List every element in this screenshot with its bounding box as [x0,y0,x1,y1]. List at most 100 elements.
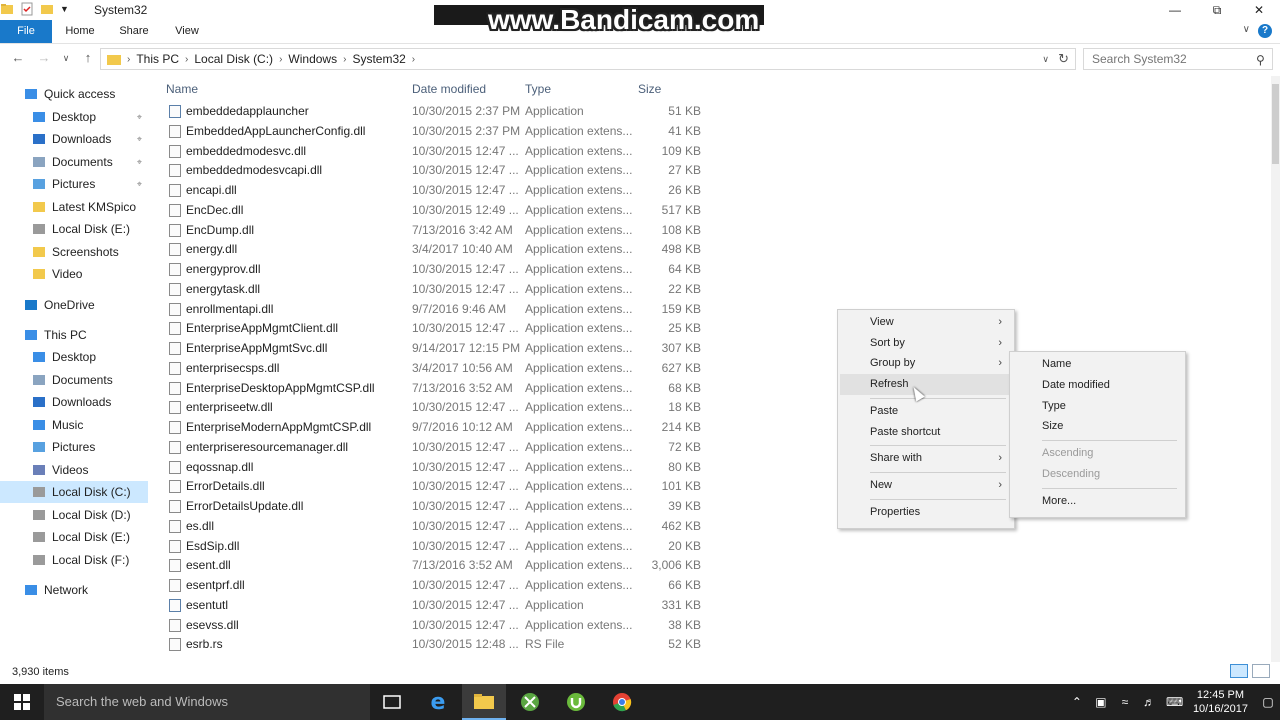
tab-file[interactable]: File [0,20,52,43]
pin-icon[interactable]: ⌖ [137,134,142,145]
ribbon-expand-icon[interactable]: ∨ [1243,24,1250,35]
search-input[interactable] [1083,48,1273,70]
file-row[interactable]: eqossnap.dll 10/30/2015 12:47 ... Applicat… [155,457,715,477]
chrome-icon[interactable] [600,684,644,720]
file-row[interactable]: energyprov.dll 10/30/2015 12:47 ... Applic… [155,259,715,279]
sidebar-item[interactable]: Documents [0,369,148,391]
file-row[interactable]: embeddedmodesvc.dll 10/30/2015 12:47 ... A… [155,141,715,161]
menu-item[interactable]: Type [1012,396,1183,417]
address-dropdown-icon[interactable]: ∨ [1042,54,1049,65]
file-row[interactable]: enrollmentapi.dll 9/7/2016 9:46 AM Applica… [155,299,715,319]
file-row[interactable]: esent.dll 7/13/2016 3:52 AM Application ex… [155,555,715,575]
menu-item[interactable]: Refresh [840,374,1012,396]
app-green-icon[interactable] [508,684,552,720]
sidebar-item[interactable]: Desktop ⌖ [0,106,148,128]
breadcrumb-this-pc[interactable]: This PC [136,52,179,66]
taskbar-search[interactable]: Search the web and Windows [44,684,370,720]
menu-item[interactable]: Date modified [1012,375,1183,396]
breadcrumb-local-disk-c[interactable]: Local Disk (C:) [194,52,273,66]
file-row[interactable]: embeddedmodesvcapi.dll 10/30/2015 12:47 .… [155,160,715,180]
keyboard-icon[interactable]: ⌨ [1166,695,1183,709]
qat-dropdown-icon[interactable]: ▼ [60,4,69,14]
tab-share[interactable]: Share [110,20,158,43]
properties-icon[interactable] [20,2,34,16]
minimize-button[interactable]: — [1154,0,1196,20]
new-folder-icon[interactable] [40,2,54,16]
sidebar-item[interactable]: Pictures [0,436,148,458]
menu-item[interactable]: Properties [840,502,1012,523]
pin-icon[interactable]: ⌖ [137,157,142,168]
file-row[interactable]: enterprisecsps.dll 3/4/2017 10:56 AM Appli… [155,358,715,378]
menu-item[interactable]: More... [1012,491,1183,512]
file-row[interactable]: energy.dll 3/4/2017 10:40 AM Application e… [155,239,715,259]
menu-item[interactable]: Size [1012,416,1183,437]
sidebar-item[interactable]: Desktop [0,346,148,368]
column-header-size[interactable]: Size [638,82,661,96]
file-row[interactable]: enterpriseresourcemanager.dll 10/30/2015 … [155,437,715,457]
file-row[interactable]: esentutl 10/30/2015 12:47 ... Application 3… [155,595,715,615]
volume-icon[interactable]: ♬ [1142,695,1156,709]
sidebar-item[interactable]: Video [0,263,148,285]
file-row[interactable]: ErrorDetailsUpdate.dll 10/30/2015 12:47 .… [155,496,715,516]
file-row[interactable]: encapi.dll 10/30/2015 12:47 ... Applicatio… [155,180,715,200]
file-row[interactable]: esrb.rs 10/30/2015 12:48 ... RS File 52 KB [155,634,715,654]
column-header-date[interactable]: Date modified [412,82,486,96]
sidebar-item[interactable]: Network [0,579,148,601]
utorrent-icon[interactable] [554,684,598,720]
recent-locations-icon[interactable]: ∨ [58,50,74,66]
details-view-icon[interactable] [1230,664,1248,678]
pin-icon[interactable]: ⌖ [137,112,142,123]
menu-item[interactable]: Name [1012,354,1183,375]
forward-arrow-icon[interactable]: → [36,50,52,66]
file-row[interactable]: esentprf.dll 10/30/2015 12:47 ... Applicat… [155,575,715,595]
file-row[interactable]: esevss.dll 10/30/2015 12:47 ... Applicatio… [155,615,715,635]
tab-view[interactable]: View [164,20,210,43]
sidebar-item[interactable]: Local Disk (F:) [0,549,148,571]
menu-item[interactable]: Sort by › [840,333,1012,354]
clock[interactable]: 12:45 PM 10/16/2017 [1185,688,1256,716]
file-row[interactable]: EmbeddedAppLauncherConfig.dll 10/30/2015 … [155,121,715,141]
breadcrumb-windows[interactable]: Windows [288,52,337,66]
file-explorer-icon[interactable] [462,684,506,720]
sidebar-item[interactable]: Screenshots [0,241,148,263]
column-header-type[interactable]: Type [525,82,551,96]
file-row[interactable]: EnterpriseModernAppMgmtCSP.dll 9/7/2016 1… [155,417,715,437]
sidebar-item[interactable]: Local Disk (D:) [0,504,148,526]
menu-item[interactable]: Paste [840,401,1012,422]
file-row[interactable]: enterpriseetw.dll 10/30/2015 12:47 ... App… [155,397,715,417]
large-icons-view-icon[interactable] [1252,664,1270,678]
sidebar-item[interactable]: Music [0,414,148,436]
menu-item[interactable]: Group by › [840,353,1012,374]
menu-item[interactable]: New › [840,475,1012,496]
sidebar-item[interactable]: Local Disk (E:) [0,218,148,240]
file-row[interactable]: EnterpriseDesktopAppMgmtCSP.dll 7/13/2016… [155,378,715,398]
file-row[interactable]: EncDump.dll 7/13/2016 3:42 AM Application … [155,220,715,240]
edge-icon[interactable]: e [416,684,460,720]
sidebar-item[interactable]: Videos [0,459,148,481]
menu-item[interactable]: Paste shortcut [840,422,1012,443]
sidebar-item[interactable]: Quick access [0,83,148,105]
sidebar-item[interactable]: Downloads ⌖ [0,128,148,150]
network-status-icon[interactable]: ▣ [1094,695,1108,709]
pin-icon[interactable]: ⌖ [137,179,142,190]
up-arrow-icon[interactable]: ↑ [80,50,96,66]
wifi-icon[interactable]: ≈ [1118,695,1132,709]
refresh-icon[interactable]: ↻ [1058,51,1069,67]
file-row[interactable]: ErrorDetails.dll 10/30/2015 12:47 ... Appl… [155,476,715,496]
sidebar-item[interactable]: Pictures ⌖ [0,173,148,195]
column-header-name[interactable]: Name [166,82,198,96]
breadcrumb-system32[interactable]: System32 [352,52,405,66]
chevron-up-icon[interactable]: ⌃ [1070,695,1084,709]
sidebar-item[interactable]: Documents ⌖ [0,151,148,173]
file-row[interactable]: energytask.dll 10/30/2015 12:47 ... Applic… [155,279,715,299]
file-row[interactable]: embeddedapplauncher 10/30/2015 2:37 PM App… [155,101,715,121]
sidebar-item[interactable]: Latest KMSpico [0,196,148,218]
help-icon[interactable]: ? [1258,24,1272,38]
tab-home[interactable]: Home [56,20,104,43]
sidebar-item[interactable]: Local Disk (E:) [0,526,148,548]
file-row[interactable]: EncDec.dll 10/30/2015 12:49 ... Applicatio… [155,200,715,220]
sidebar-item[interactable]: This PC [0,324,148,346]
close-button[interactable]: ✕ [1238,0,1280,20]
menu-item[interactable]: Share with › [840,448,1012,469]
file-row[interactable]: EsdSip.dll 10/30/2015 12:47 ... Applicatio… [155,536,715,556]
